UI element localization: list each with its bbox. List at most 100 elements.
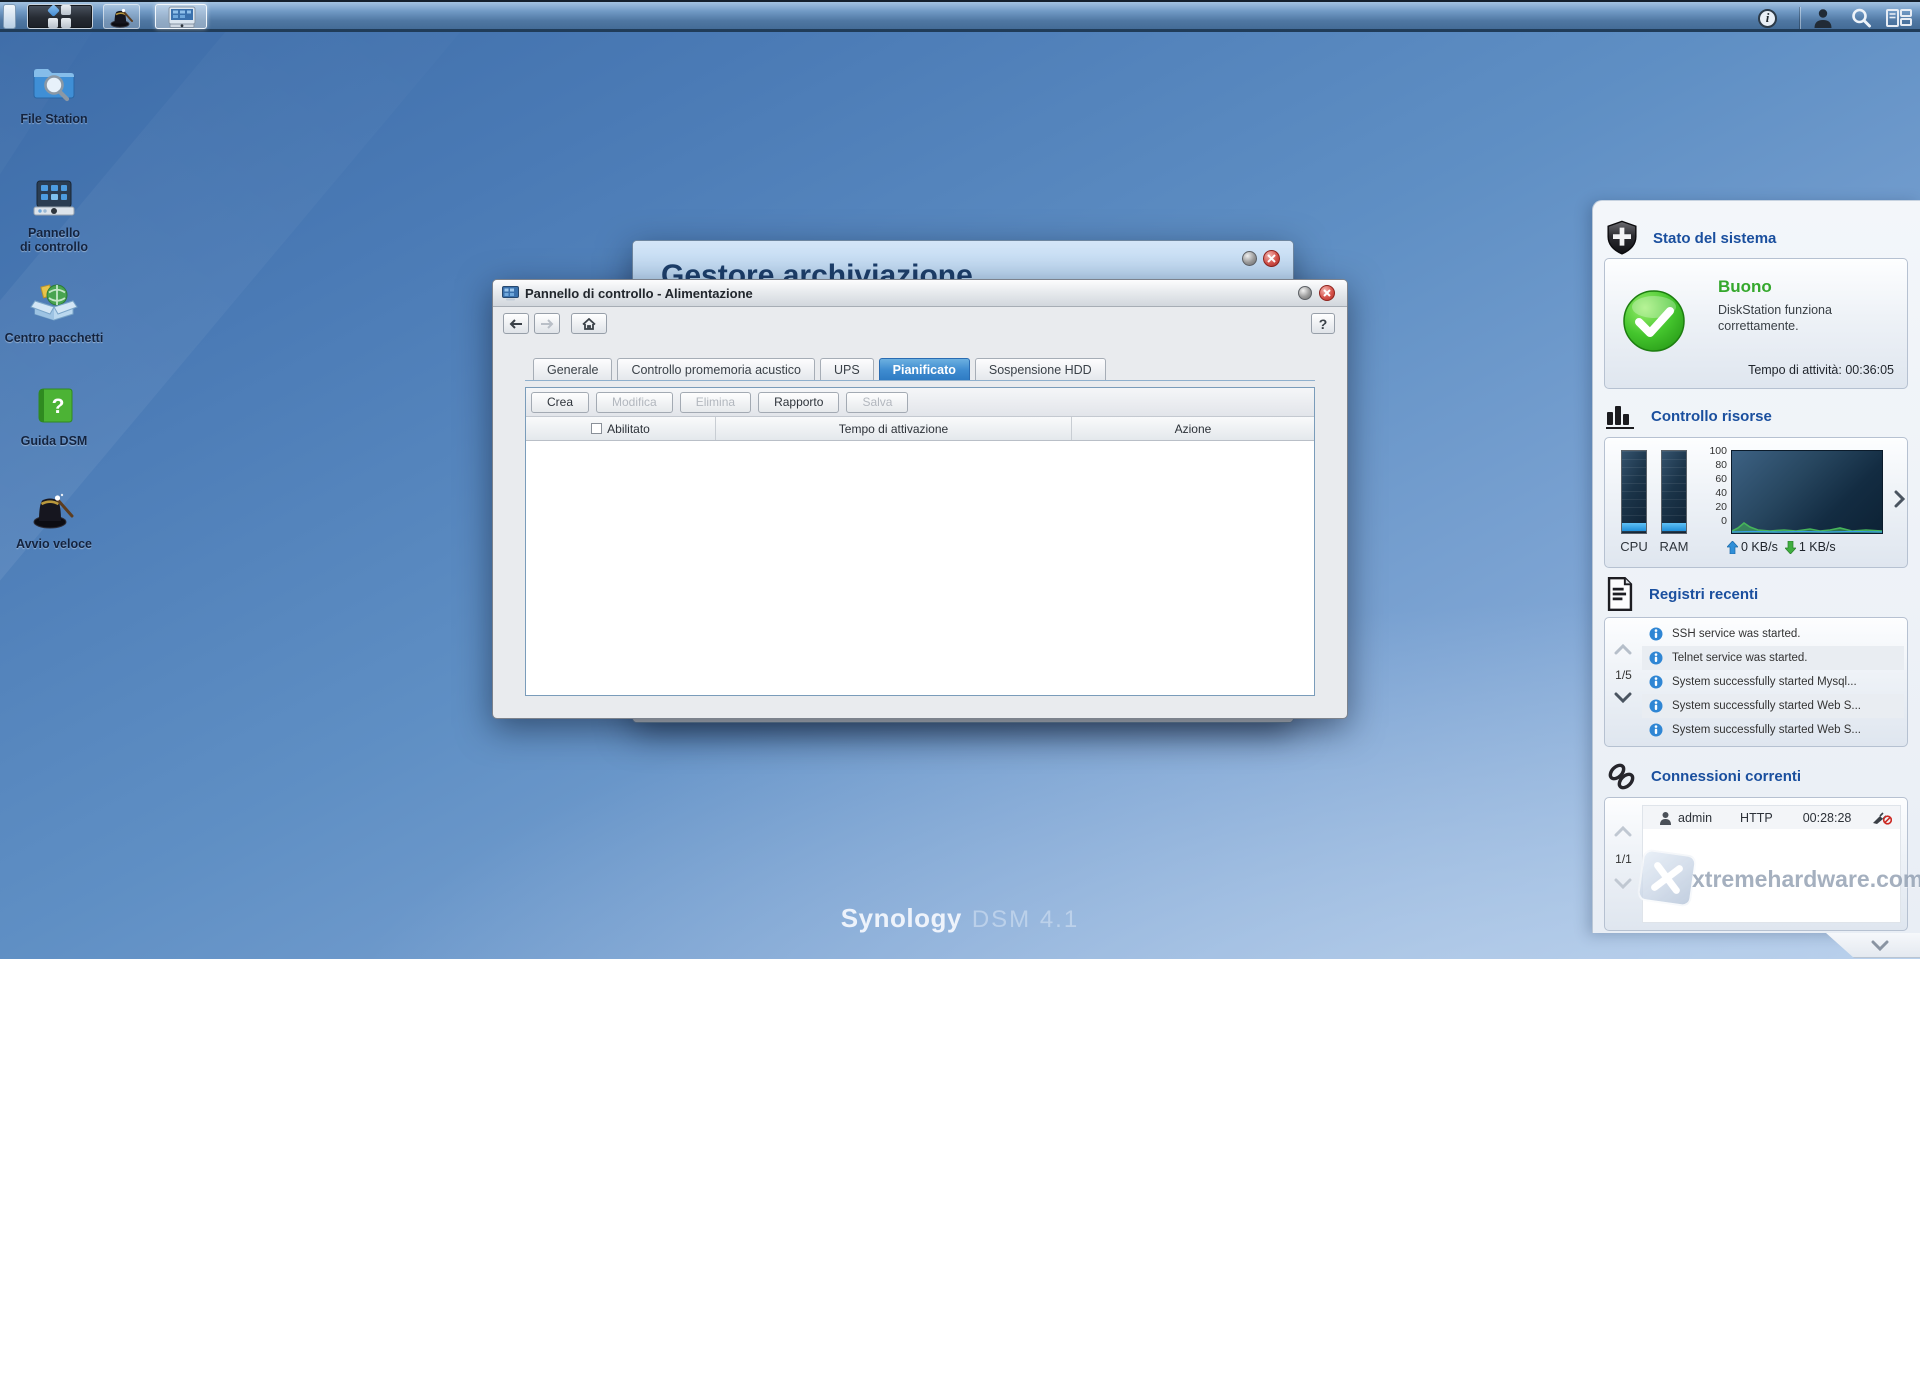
column-header-tempo-attivazione[interactable]: Tempo di attivazione <box>716 417 1072 440</box>
quick-start-icon <box>30 489 78 531</box>
delete-button[interactable]: Elimina <box>680 392 751 413</box>
status-ok-icon <box>1622 289 1686 353</box>
magic-hat-icon <box>109 6 135 28</box>
connection-row[interactable]: admin HTTP 00:28:28 <box>1643 806 1900 829</box>
forward-button[interactable] <box>534 313 560 334</box>
log-document-icon <box>1605 577 1635 611</box>
desktop-icon-label: Guida DSM <box>2 434 106 448</box>
column-header-azione[interactable]: Azione <box>1072 417 1314 440</box>
logs-pagination: 1/5 <box>1605 618 1642 746</box>
collapse-chevron-icon <box>1870 940 1890 951</box>
page-up-icon[interactable] <box>1614 826 1632 837</box>
widgets-icon <box>1886 7 1912 29</box>
desktop-icon-control-panel[interactable]: Pannello di controllo <box>2 176 106 254</box>
link-icon <box>1605 760 1637 792</box>
ram-gauge <box>1661 450 1687 534</box>
svg-text:?: ? <box>52 395 65 418</box>
taskbar: i <box>0 0 1920 32</box>
cpu-gauge <box>1621 450 1647 534</box>
desktop-icon-dsm-help[interactable]: ? Guida DSM <box>2 384 106 448</box>
log-entry[interactable]: System successfully started Web S... <box>1642 718 1904 742</box>
desktop-icon-quick-start[interactable]: Avvio veloce <box>2 487 106 551</box>
page-up-icon[interactable] <box>1614 644 1632 655</box>
log-entry[interactable]: Telnet service was started. <box>1642 646 1904 670</box>
connections-pagination: 1/1 <box>1605 798 1642 930</box>
tab-controllo-promemoria-acustico[interactable]: Controllo promemoria acustico <box>617 358 815 381</box>
log-entry[interactable]: SSH service was started. <box>1642 622 1904 646</box>
desktop-icon-label: Centro pacchetti <box>2 331 106 345</box>
window-navbar: ? <box>493 308 1347 340</box>
connections-page-indicator: 1/1 <box>1605 852 1642 866</box>
connection-protocol: HTTP <box>1740 811 1773 825</box>
quick-launch-button[interactable] <box>103 4 140 29</box>
desktop-icon-label: Pannello di controllo <box>2 226 106 254</box>
home-icon <box>582 318 596 330</box>
page-down-icon[interactable] <box>1614 692 1632 703</box>
back-button[interactable] <box>503 313 529 334</box>
cpu-label: CPU <box>1613 539 1655 554</box>
tab-sospensione-hdd[interactable]: Sospensione HDD <box>975 358 1106 381</box>
desktop-icon-label: File Station <box>2 112 106 126</box>
monitor-icon <box>167 6 197 29</box>
bar-chart-icon <box>1605 402 1637 430</box>
edit-button[interactable]: Modifica <box>596 392 673 413</box>
network-axis: 100 80 60 40 20 0 <box>1701 444 1727 528</box>
tab-baseline <box>525 380 1315 381</box>
connections-box: 1/1 admin HTTP 00:28:28 <box>1604 797 1908 931</box>
status-value: Buono <box>1718 277 1772 297</box>
resource-monitor-title: Controllo risorse <box>1651 408 1772 425</box>
close-icon <box>1267 254 1276 263</box>
info-log-icon <box>1649 675 1663 689</box>
close-button[interactable] <box>1319 285 1335 301</box>
user-button[interactable] <box>1812 6 1834 30</box>
network-graph <box>1731 450 1883 534</box>
shield-icon <box>1605 220 1639 256</box>
forward-icon <box>540 319 554 329</box>
select-all-checkbox[interactable] <box>591 423 602 434</box>
file-station-icon <box>30 64 78 106</box>
connections-list: admin HTTP 00:28:28 <box>1642 805 1901 923</box>
desktop-icon-package-center[interactable]: Centro pacchetti <box>2 281 106 345</box>
taskbar-app-control-panel[interactable] <box>155 4 207 29</box>
home-button[interactable] <box>571 313 607 334</box>
column-header-abilitato[interactable]: Abilitato <box>526 417 716 440</box>
info-log-icon <box>1649 651 1663 665</box>
show-desktop-button[interactable] <box>3 4 16 29</box>
info-log-icon <box>1649 627 1663 641</box>
save-button[interactable]: Salva <box>846 392 908 413</box>
page-down-icon[interactable] <box>1614 878 1632 889</box>
main-menu-icon <box>48 5 72 29</box>
widgets-button[interactable] <box>1886 6 1912 30</box>
log-entry[interactable]: System successfully started Web S... <box>1642 694 1904 718</box>
info-button[interactable]: i <box>1758 6 1777 30</box>
close-button[interactable] <box>1263 250 1280 267</box>
info-log-icon <box>1649 699 1663 713</box>
main-menu-button[interactable] <box>27 4 93 29</box>
window-icon <box>502 286 519 301</box>
pin-button[interactable] <box>1298 286 1312 300</box>
system-status-title: Stato del sistema <box>1653 230 1776 247</box>
back-icon <box>509 319 523 329</box>
pin-button[interactable] <box>1242 251 1257 266</box>
log-entry[interactable]: System successfully started Mysql... <box>1642 670 1904 694</box>
toolbar: Crea Modifica Elimina Rapporto Salva <box>526 388 1314 417</box>
create-button[interactable]: Crea <box>531 392 589 413</box>
tab-ups[interactable]: UPS <box>820 358 874 381</box>
tab-generale[interactable]: Generale <box>533 358 612 381</box>
tab-pianificato[interactable]: Pianificato <box>879 358 970 381</box>
dsm-help-icon: ? <box>32 386 76 428</box>
help-button[interactable]: ? <box>1311 313 1335 334</box>
disconnect-icon[interactable] <box>1872 811 1892 825</box>
info-icon: i <box>1758 9 1777 28</box>
desktop-icon-file-station[interactable]: File Station <box>2 62 106 126</box>
schedule-panel: Crea Modifica Elimina Rapporto Salva Abi… <box>525 387 1315 696</box>
close-icon <box>1323 289 1331 297</box>
user-icon <box>1812 7 1834 29</box>
logs-page-indicator: 1/5 <box>1605 668 1642 682</box>
package-center-icon <box>30 281 78 325</box>
window-titlebar[interactable]: Pannello di controllo - Alimentazione <box>493 280 1347 307</box>
search-button[interactable] <box>1850 6 1872 30</box>
expand-chevron-icon[interactable] <box>1894 490 1905 508</box>
upload-value: 0 KB/s <box>1741 540 1778 554</box>
report-button[interactable]: Rapporto <box>758 392 839 413</box>
